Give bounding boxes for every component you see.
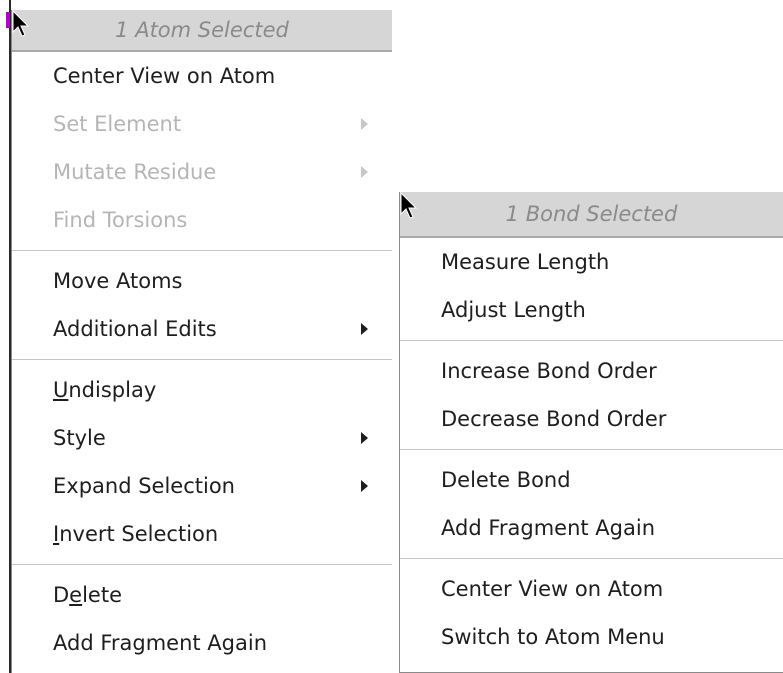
menu-item-label: Invert Selection	[53, 522, 219, 546]
menu-separator	[12, 558, 392, 571]
menu-item-undisplay[interactable]: Undisplay	[12, 366, 392, 414]
menu-item-measure-length[interactable]: Measure Length	[400, 238, 783, 286]
submenu-arrow-icon	[361, 118, 368, 130]
menu-item-adjust-length[interactable]: Adjust Length	[400, 286, 783, 334]
menu-separator	[400, 334, 783, 347]
menu-item-label: Add Fragment Again	[53, 631, 268, 655]
atom-menu-header: 1 Atom Selected	[12, 10, 392, 52]
menu-item-label: Increase Bond Order	[441, 359, 657, 383]
menu-item-label: Undisplay	[53, 378, 157, 402]
menu-item-label: Decrease Bond Order	[441, 407, 667, 431]
submenu-arrow-icon	[361, 432, 368, 444]
selection-marker	[6, 12, 10, 28]
bond-menu-header-text: 1 Bond Selected	[505, 202, 678, 226]
menu-item-label: Center View on Atom	[53, 64, 276, 88]
menu-item-label: Expand Selection	[53, 474, 235, 498]
bond-menu-header: 1 Bond Selected	[400, 192, 783, 238]
mouse-pointer-icon	[12, 10, 30, 37]
menu-item-label: Style	[53, 426, 106, 450]
mnemonic-letter: e	[69, 583, 83, 607]
menu-item-center-view-on-atom[interactable]: Center View on Atom	[400, 565, 783, 613]
mouse-pointer-icon	[400, 192, 418, 219]
menu-item-set-element[interactable]: Set Element	[12, 100, 392, 148]
menu-item-label: Delete Bond	[441, 468, 571, 492]
atom-context-menu: 1 Atom Selected Center View on Atom Set …	[11, 10, 392, 673]
menu-item-center-view-on-atom[interactable]: Center View on Atom	[12, 52, 392, 100]
submenu-arrow-icon	[361, 166, 368, 178]
menu-item-additional-edits[interactable]: Additional Edits	[12, 305, 392, 353]
menu-item-delete-bond[interactable]: Delete Bond	[400, 456, 783, 504]
submenu-arrow-icon	[361, 323, 368, 335]
mnemonic-letter: U	[53, 378, 69, 402]
atom-menu-header-text: 1 Atom Selected	[115, 18, 289, 42]
menu-item-label: Set Element	[53, 112, 182, 136]
menu-item-decrease-bond-order[interactable]: Decrease Bond Order	[400, 395, 783, 443]
submenu-arrow-icon	[361, 480, 368, 492]
menu-item-switch-to-atom-menu[interactable]: Switch to Atom Menu	[400, 613, 783, 661]
menu-separator	[400, 443, 783, 456]
menu-item-find-torsions[interactable]: Find Torsions	[12, 196, 392, 244]
menu-separator	[12, 244, 392, 257]
menu-item-label: Measure Length	[441, 250, 610, 274]
menu-item-label: Adjust Length	[441, 298, 586, 322]
menu-item-delete[interactable]: Delete	[12, 571, 392, 619]
menu-item-mutate-residue[interactable]: Mutate Residue	[12, 148, 392, 196]
menu-item-label: Add Fragment Again	[441, 516, 656, 540]
menu-item-label: Delete	[53, 583, 123, 607]
menu-item-label: Center View on Atom	[441, 577, 664, 601]
menu-item-label: Additional Edits	[53, 317, 217, 341]
menu-item-invert-selection[interactable]: Invert Selection	[12, 510, 392, 558]
menu-separator	[400, 552, 783, 565]
menu-separator	[12, 353, 392, 366]
menu-item-increase-bond-order[interactable]: Increase Bond Order	[400, 347, 783, 395]
menu-item-label: Mutate Residue	[53, 160, 217, 184]
menu-item-expand-selection[interactable]: Expand Selection	[12, 462, 392, 510]
menu-item-move-atoms[interactable]: Move Atoms	[12, 257, 392, 305]
menu-item-style[interactable]: Style	[12, 414, 392, 462]
menu-item-add-fragment-again[interactable]: Add Fragment Again	[400, 504, 783, 552]
bond-context-menu: 1 Bond Selected Measure Length Adjust Le…	[399, 192, 783, 673]
menu-item-add-fragment-again[interactable]: Add Fragment Again	[12, 619, 392, 667]
menu-item-label: Switch to Atom Menu	[441, 625, 665, 649]
menu-item-label: Find Torsions	[53, 208, 188, 232]
menu-item-label: Move Atoms	[53, 269, 183, 293]
